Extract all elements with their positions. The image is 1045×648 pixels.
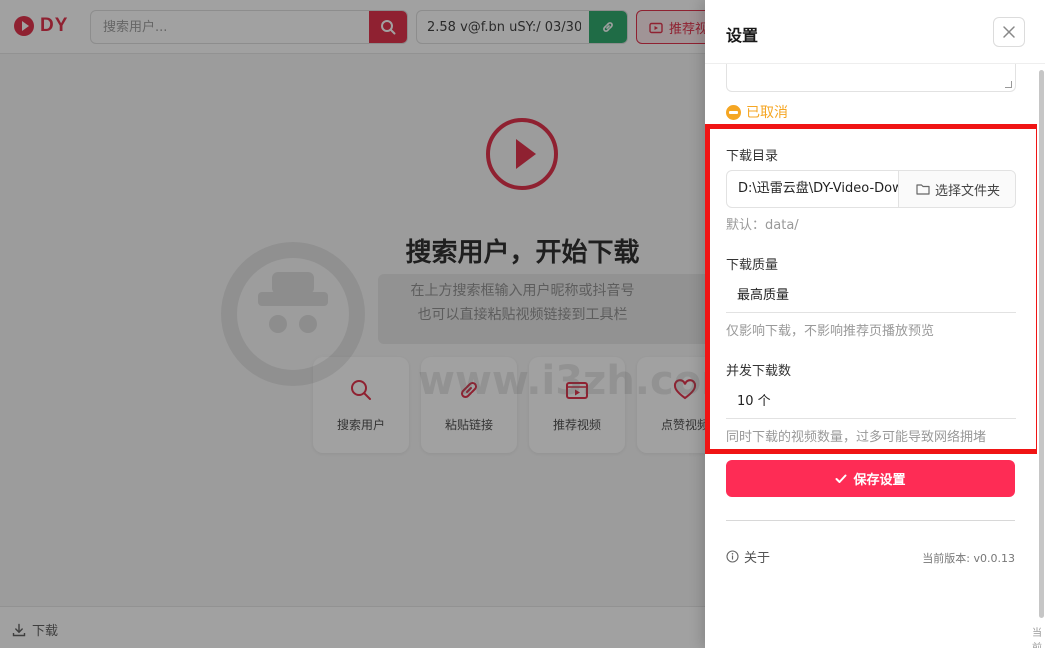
corner-version-text: 当前: [1032, 628, 1042, 648]
drawer-title: 设置: [726, 26, 759, 45]
minus-circle-icon: [726, 104, 741, 120]
highlight-box: [705, 124, 1037, 454]
status-indicator: 已取消: [726, 102, 788, 122]
text-area-field[interactable]: [726, 64, 1016, 92]
check-icon: [835, 474, 847, 483]
settings-drawer: 设置 已取消 下载目录 D:\迅雷云盘\DY-Video-Downloader …: [705, 0, 1045, 648]
section-divider: [726, 520, 1015, 521]
close-icon: [1003, 26, 1015, 38]
save-settings-label: 保存设置: [853, 473, 906, 488]
about-section: 关于: [726, 547, 770, 566]
drawer-header: 设置: [705, 0, 1045, 64]
about-label: 关于: [744, 551, 771, 566]
version-text: 当前版本: v0.0.13: [922, 552, 1015, 565]
info-icon: [726, 550, 739, 563]
settings-scroll-area[interactable]: 已取消 下载目录 D:\迅雷云盘\DY-Video-Downloader 选择文…: [705, 64, 1037, 648]
status-text: 已取消: [746, 105, 788, 121]
resize-grip-icon[interactable]: [1005, 81, 1012, 88]
close-button[interactable]: [993, 17, 1025, 47]
save-settings-button[interactable]: 保存设置: [726, 460, 1015, 497]
scrollbar[interactable]: [1039, 70, 1044, 618]
